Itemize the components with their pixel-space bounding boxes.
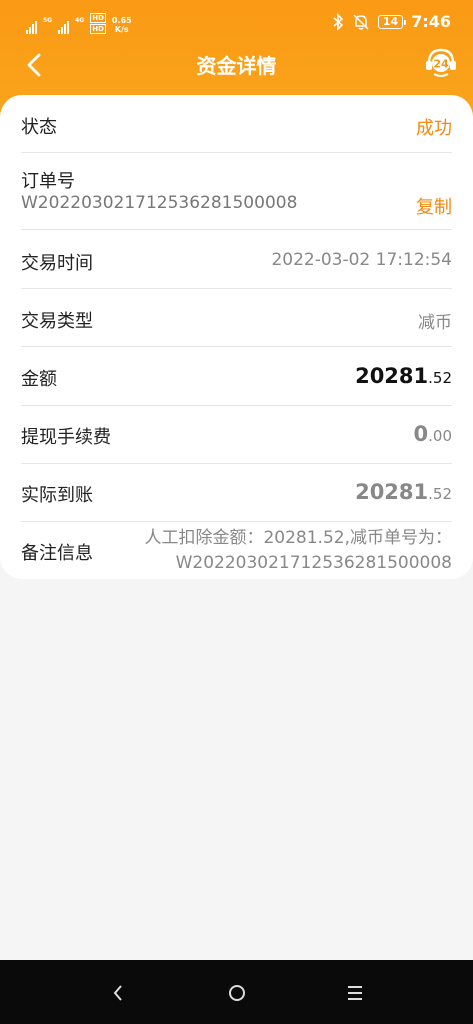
time-value: 2022-03-02 17:12:54 <box>271 250 452 270</box>
received-label: 实际到账 <box>21 485 93 506</box>
nav-menu-icon[interactable] <box>340 978 370 1008</box>
copy-button[interactable]: 复制 <box>416 193 452 219</box>
title-bar: 资金详情 24 <box>0 44 473 84</box>
service-badge: 24 <box>433 58 449 71</box>
order-number: W202203021712536281500008 <box>21 193 298 213</box>
customer-service-icon[interactable]: 24 <box>423 44 459 80</box>
signal-icon <box>58 21 70 34</box>
divider <box>21 521 452 522</box>
bluetooth-icon <box>333 12 344 31</box>
page-title: 资金详情 <box>196 54 277 78</box>
nav-back-icon[interactable] <box>103 978 133 1008</box>
divider <box>21 229 452 230</box>
fee-value: 0.00 <box>413 422 452 446</box>
hd-badge: HD <box>90 24 106 34</box>
network-type-1: 5G <box>43 17 53 24</box>
remark-label: 备注信息 <box>21 543 93 564</box>
fee-label: 提现手续费 <box>21 427 111 448</box>
remark-value: 人工扣除金额：20281.52,减币单号为：W20220302171253628… <box>144 528 452 573</box>
divider <box>21 288 452 289</box>
status-value: 成功 <box>416 118 452 139</box>
order-label: 订单号 <box>21 171 75 192</box>
signal-icon <box>26 21 37 34</box>
status-label: 状态 <box>21 117 57 138</box>
status-bar: 5G 4G HD HD 0.65 K/s 14 7:46 <box>0 0 473 44</box>
nav-home-icon[interactable] <box>222 978 252 1008</box>
hd-badge: HD <box>90 13 106 23</box>
mute-bell-icon <box>353 13 369 30</box>
type-label: 交易类型 <box>21 311 93 332</box>
divider <box>21 346 452 347</box>
type-value: 减币 <box>418 313 452 333</box>
divider <box>21 405 452 406</box>
clock: 7:46 <box>411 12 451 31</box>
detail-card: 状态 成功 订单号 W202203021712536281500008 复制 交… <box>0 95 473 579</box>
network-type-2: 4G <box>75 17 85 24</box>
system-navigation-bar <box>0 960 473 1024</box>
amount-value: 20281.52 <box>355 364 452 388</box>
time-label: 交易时间 <box>21 253 93 274</box>
amount-label: 金额 <box>21 369 57 390</box>
network-speed: 0.65 K/s <box>111 16 132 34</box>
received-value: 20281.52 <box>355 480 452 504</box>
divider <box>21 152 452 153</box>
divider <box>21 463 452 464</box>
battery-indicator: 14 <box>377 14 407 29</box>
